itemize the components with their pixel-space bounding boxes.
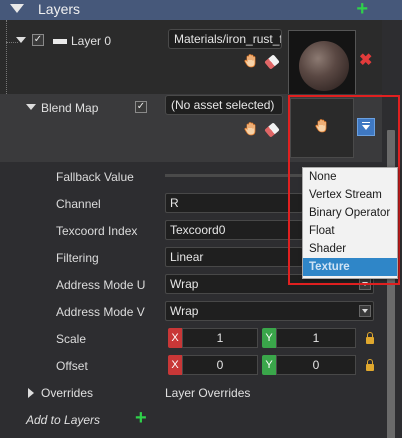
offset-y-axis-badge: Y bbox=[262, 355, 276, 375]
menu-item-float[interactable]: Float bbox=[303, 222, 397, 240]
menu-item-shader[interactable]: Shader bbox=[303, 240, 397, 258]
channel-value: R bbox=[170, 196, 179, 210]
scale-label: Scale bbox=[56, 332, 87, 346]
material-preview-sphere bbox=[299, 41, 349, 91]
address-mode-v-value: Wrap bbox=[170, 304, 199, 318]
texcoord-index-label: Texcoord Index bbox=[56, 224, 138, 238]
add-to-layers-plus-icon[interactable]: + bbox=[135, 408, 147, 428]
hand-icon[interactable] bbox=[244, 122, 258, 136]
menu-item-none[interactable]: None bbox=[303, 168, 397, 186]
layer-0-label: Layer 0 bbox=[71, 34, 112, 48]
filtering-select[interactable]: Linear bbox=[165, 247, 303, 267]
hand-icon[interactable] bbox=[244, 54, 258, 68]
scale-y-axis-badge: Y bbox=[262, 328, 276, 348]
menu-item-vertex-stream[interactable]: Vertex Stream bbox=[303, 186, 397, 204]
offset-x-axis-badge: X bbox=[168, 355, 182, 375]
blend-map-checkbox[interactable]: ✓ bbox=[135, 101, 147, 113]
channel-label: Channel bbox=[56, 197, 101, 211]
overrides-label: Overrides bbox=[41, 386, 94, 400]
scale-x-input[interactable]: 1 bbox=[182, 328, 258, 348]
blend-map-asset-field[interactable]: (No asset selected) bbox=[165, 95, 283, 115]
add-layer-plus-icon[interactable]: + bbox=[356, 0, 368, 19]
scale-x-axis-badge: X bbox=[168, 328, 182, 348]
texcoord-index-select[interactable]: Texcoord0 bbox=[165, 220, 303, 240]
fallback-value-field[interactable] bbox=[165, 174, 303, 177]
texcoord-index-value: Texcoord0 bbox=[170, 223, 226, 237]
offset-x-input[interactable]: 0 bbox=[182, 355, 258, 375]
address-mode-u-label: Address Mode U bbox=[56, 278, 146, 292]
expand-overrides-icon[interactable] bbox=[28, 388, 34, 398]
layer-0-checkbox[interactable]: ✓ bbox=[32, 34, 44, 46]
layer-bar-icon bbox=[53, 39, 67, 44]
eraser-icon[interactable] bbox=[264, 54, 280, 70]
menu-item-binary-operator[interactable]: Binary Operator bbox=[303, 204, 397, 222]
add-to-layers-label[interactable]: Add to Layers bbox=[26, 413, 100, 427]
material-thumbnail[interactable] bbox=[288, 30, 356, 102]
eraser-icon[interactable] bbox=[264, 122, 280, 138]
channel-select[interactable]: R bbox=[165, 193, 303, 213]
collapse-triangle-icon[interactable] bbox=[10, 4, 24, 13]
filtering-value: Linear bbox=[170, 250, 204, 264]
offset-y-input[interactable]: 0 bbox=[276, 355, 356, 375]
expand-blend-map-icon[interactable] bbox=[26, 104, 36, 110]
offset-label: Offset bbox=[56, 359, 88, 373]
tree-guide-line bbox=[6, 20, 7, 94]
filtering-label: Filtering bbox=[56, 251, 99, 265]
chevron-down-icon[interactable] bbox=[359, 305, 371, 317]
lock-icon[interactable] bbox=[366, 359, 374, 371]
expand-layer-icon[interactable] bbox=[16, 37, 26, 43]
scale-y-input[interactable]: 1 bbox=[276, 328, 356, 348]
blend-map-type-menu: None Vertex Stream Binary Operator Float… bbox=[302, 167, 398, 279]
address-mode-v-label: Address Mode V bbox=[56, 305, 145, 319]
address-mode-u-value: Wrap bbox=[170, 277, 199, 291]
layer-0-row: ✓ Layer 0 Materials/iron_rust_f ✖ bbox=[0, 20, 382, 102]
remove-layer-x-icon[interactable]: ✖ bbox=[359, 50, 372, 70]
blend-map-label: Blend Map bbox=[41, 101, 99, 115]
lock-icon[interactable] bbox=[366, 332, 374, 344]
section-title: Layers bbox=[38, 1, 81, 17]
overrides-value: Layer Overrides bbox=[165, 386, 251, 400]
menu-item-texture[interactable]: Texture bbox=[303, 258, 397, 276]
fallback-value-label: Fallback Value bbox=[56, 170, 134, 184]
address-mode-v-select[interactable]: Wrap bbox=[165, 301, 374, 321]
layers-header[interactable]: Layers + bbox=[0, 0, 402, 20]
material-asset-field[interactable]: Materials/iron_rust_f bbox=[168, 29, 282, 49]
